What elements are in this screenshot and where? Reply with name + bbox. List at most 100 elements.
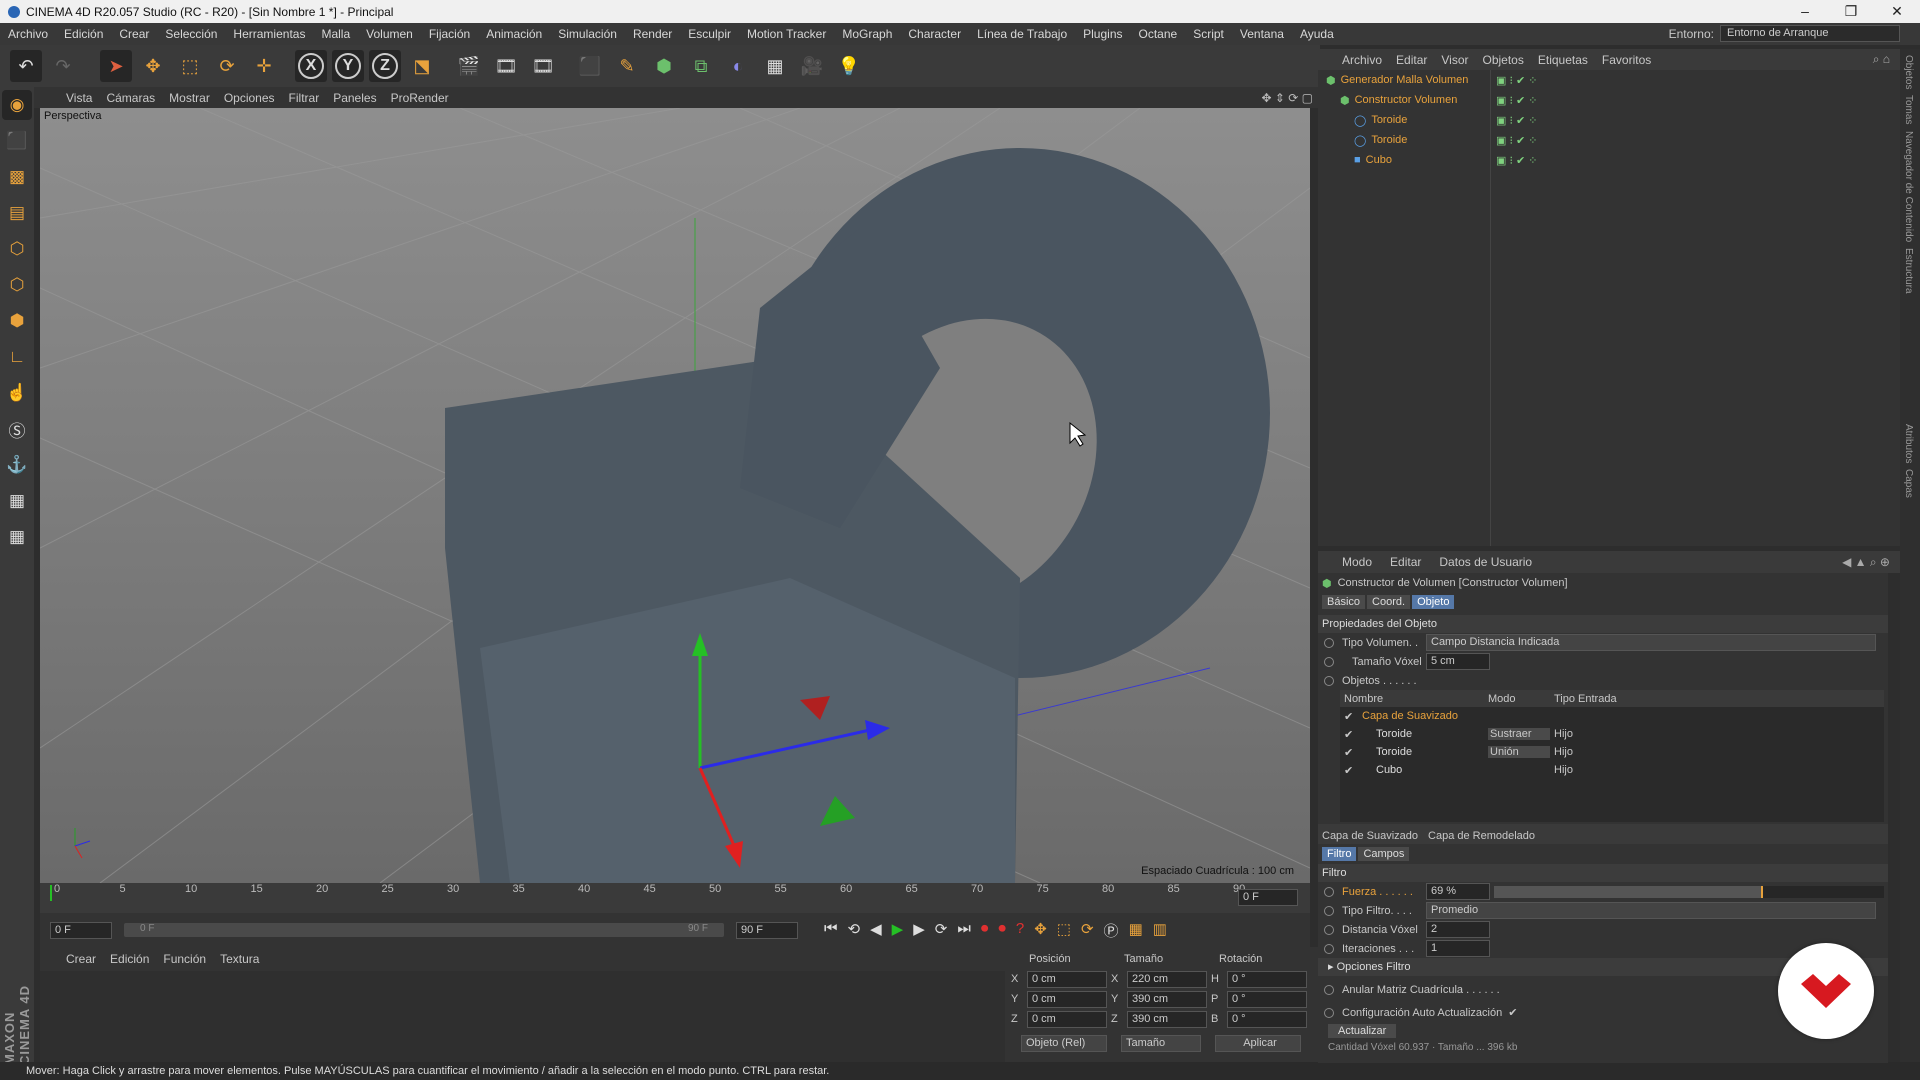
attr-nav-icons[interactable]: ◀ ▲ ⌕ ⊕	[1842, 555, 1890, 570]
menu-volumen[interactable]: Volumen	[358, 27, 421, 41]
auto-update-checkbox[interactable]: ✔	[1508, 1006, 1517, 1019]
coords-size-mode-select[interactable]: Tamaño	[1121, 1035, 1201, 1052]
menu-character[interactable]: Character	[900, 27, 969, 41]
go-to-start-icon[interactable]: ⏮	[824, 920, 838, 941]
volume-object-list-row[interactable]: ✔ Toroide Unión Hijo	[1340, 743, 1884, 761]
coords-size-field[interactable]: 220 cm	[1127, 970, 1207, 988]
object-row[interactable]: ⬢ Generador Malla Volumen ▣ ⁝ ✔ ⁘	[1318, 70, 1900, 90]
tab-objeto[interactable]: Objeto	[1412, 595, 1455, 609]
menu-simulacion[interactable]: Simulación	[550, 27, 625, 41]
live-select-icon[interactable]: ✛	[248, 50, 280, 82]
right-tab-capas[interactable]: Capas	[1903, 469, 1914, 498]
light-icon[interactable]: 💡	[833, 50, 865, 82]
cube-object-icon[interactable]: ⬛	[574, 50, 606, 82]
objmgr-menu-visor[interactable]: Visor	[1441, 53, 1468, 67]
volume-object-list-row[interactable]: ✔ Cubo Hijo	[1340, 761, 1884, 779]
move-tool-icon[interactable]: ✥	[137, 50, 169, 82]
anim-dot-icon[interactable]	[1324, 984, 1334, 995]
viewport-menu-camaras[interactable]: Cámaras	[106, 91, 155, 105]
viewport-menu-opciones[interactable]: Opciones	[224, 91, 275, 105]
enable-checkbox[interactable]: ✔	[1340, 764, 1362, 777]
material-menu-edicion[interactable]: Edición	[110, 952, 149, 966]
menu-herramientas[interactable]: Herramientas	[225, 27, 313, 41]
subtab-campos[interactable]: Campos	[1358, 847, 1410, 861]
anim-dot-icon[interactable]	[1324, 924, 1334, 935]
objmgr-search-icon[interactable]: ⌕ ⌂	[1873, 52, 1890, 67]
timeline-window-icon[interactable]: ▥	[1153, 920, 1167, 941]
select-arrow-icon[interactable]: ➤	[100, 50, 132, 82]
snap-icon[interactable]: ⚓	[2, 450, 32, 480]
prev-frame-icon[interactable]: ◀	[870, 920, 882, 941]
menu-plugins[interactable]: Plugins	[1075, 27, 1130, 41]
render-settings-icon[interactable]: 🎞	[527, 50, 559, 82]
object-visibility-flags[interactable]: ▣ ⁝ ✔ ⁘	[1496, 114, 1538, 127]
coordinate-system-icon[interactable]: ⬔	[406, 50, 438, 82]
menu-edicion[interactable]: Edición	[56, 27, 111, 41]
right-tab-atributos[interactable]: Atributos	[1903, 424, 1914, 463]
enable-checkbox[interactable]: ✔	[1340, 746, 1362, 759]
record-icon[interactable]: ⏺	[981, 920, 989, 941]
object-name[interactable]: Toroide	[1371, 114, 1407, 126]
workplane-lock-icon[interactable]: ▦	[2, 486, 32, 516]
tab-coord[interactable]: Coord.	[1367, 595, 1411, 609]
list-mode-select[interactable]: Sustraer	[1488, 728, 1550, 740]
3d-viewport[interactable]: Perspectiva Espaciado Cuadrícula : 100 c…	[40, 108, 1310, 883]
keyframe-selection-icon[interactable]: ?	[1016, 920, 1024, 941]
rotate-tool-icon[interactable]: ⟳	[211, 50, 243, 82]
frame-range-slider[interactable]: 0 F 90 F	[124, 923, 724, 937]
render-view-icon[interactable]: 🎬	[453, 50, 485, 82]
workplane-icon[interactable]: ▤	[2, 198, 32, 228]
camera-icon[interactable]: 🎥	[796, 50, 828, 82]
volume-object-list-row[interactable]: ✔ Toroide Sustraer Hijo	[1340, 725, 1884, 743]
menu-linea-trabajo[interactable]: Línea de Trabajo	[969, 27, 1075, 41]
play-icon[interactable]: ▶	[892, 920, 904, 941]
render-picture-viewer-icon[interactable]: 🎞	[490, 50, 522, 82]
object-mode-icon[interactable]: ⬛	[2, 126, 32, 156]
start-frame-field[interactable]: 0 F	[50, 921, 112, 939]
anim-dot-icon[interactable]	[1324, 905, 1334, 916]
subdivision-icon[interactable]: ⬢	[648, 50, 680, 82]
menu-script[interactable]: Script	[1185, 27, 1232, 41]
coords-size-field[interactable]: 390 cm	[1127, 990, 1207, 1008]
coords-rotation-field[interactable]: 0 °	[1227, 990, 1307, 1008]
iterations-field[interactable]: 1	[1426, 940, 1490, 957]
menu-mograph[interactable]: MoGraph	[834, 27, 900, 41]
key-rotation-icon[interactable]: ⟳	[1081, 920, 1094, 941]
menu-ventana[interactable]: Ventana	[1232, 27, 1292, 41]
material-menu-crear[interactable]: Crear	[66, 952, 96, 966]
anim-dot-icon[interactable]	[1324, 656, 1334, 667]
right-tab-tomas[interactable]: Tomas	[1903, 95, 1914, 124]
auto-key-icon[interactable]: ⏺	[998, 920, 1006, 941]
filter-type-select[interactable]: Promedio	[1426, 902, 1876, 919]
menu-render[interactable]: Render	[625, 27, 680, 41]
anim-dot-icon[interactable]	[1324, 1007, 1334, 1018]
timeline-ruler[interactable]: 051015202530354045505560657075808590 0 F	[40, 883, 1310, 913]
object-name[interactable]: Constructor Volumen	[1355, 94, 1458, 106]
anim-dot-icon[interactable]	[1324, 675, 1334, 686]
anim-dot-icon[interactable]	[1324, 637, 1334, 648]
voxel-distance-field[interactable]: 2	[1426, 921, 1490, 938]
points-mode-icon[interactable]: ⬡	[2, 234, 32, 264]
object-visibility-flags[interactable]: ▣ ⁝ ✔ ⁘	[1496, 74, 1538, 87]
redo-icon[interactable]: ↷	[47, 50, 79, 82]
layer-tab-smoothing[interactable]: Capa de Suavizado	[1322, 830, 1418, 842]
close-button[interactable]: ✕	[1874, 0, 1920, 23]
coords-size-field[interactable]: 390 cm	[1127, 1010, 1207, 1028]
object-visibility-flags[interactable]: ▣ ⁝ ✔ ⁘	[1496, 134, 1538, 147]
material-menu-funcion[interactable]: Función	[163, 952, 206, 966]
solo-mode-icon[interactable]: Ⓢ	[2, 414, 32, 444]
voxel-size-field[interactable]: 5 cm	[1426, 653, 1490, 670]
coords-position-field[interactable]: 0 cm	[1027, 1010, 1107, 1028]
tweak-mode-icon[interactable]: ☝	[2, 378, 32, 408]
object-name[interactable]: Cubo	[1366, 154, 1392, 166]
anim-dot-icon[interactable]	[1324, 886, 1334, 897]
enable-checkbox[interactable]: ✔	[1340, 710, 1362, 723]
texture-mode-icon[interactable]: ▩	[2, 162, 32, 192]
key-scale-icon[interactable]: ⬚	[1057, 920, 1071, 941]
objmgr-menu-etiquetas[interactable]: Etiquetas	[1538, 53, 1588, 67]
objmgr-menu-objetos[interactable]: Objetos	[1483, 53, 1524, 67]
viewport-menu-filtrar[interactable]: Filtrar	[289, 91, 320, 105]
coords-position-field[interactable]: 0 cm	[1027, 990, 1107, 1008]
strength-field[interactable]: 69 %	[1426, 883, 1490, 900]
coords-apply-button[interactable]: Aplicar	[1215, 1035, 1301, 1052]
